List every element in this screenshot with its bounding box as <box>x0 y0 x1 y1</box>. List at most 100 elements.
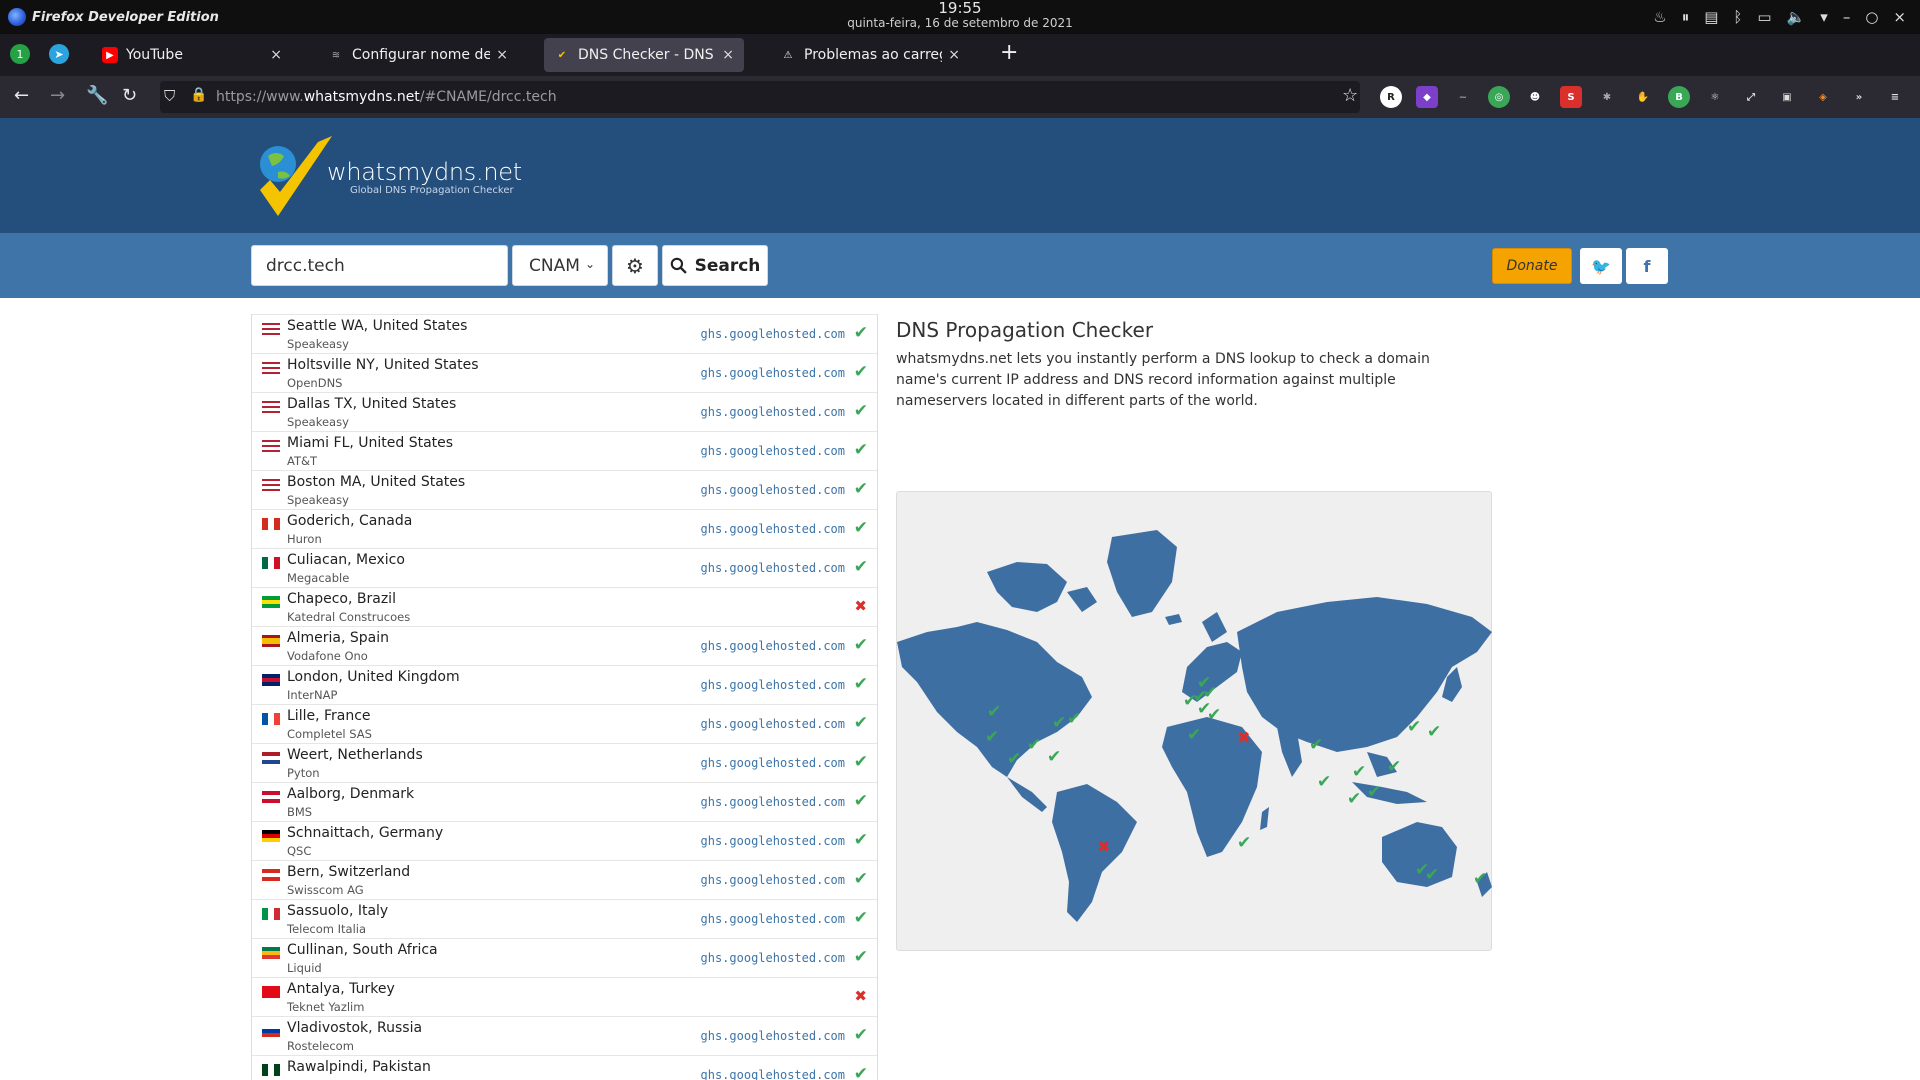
wrench-icon[interactable]: 🔧 <box>86 86 108 106</box>
close-icon[interactable]: × <box>1893 8 1906 26</box>
extension-puzzle-icon[interactable]: ✱ <box>1596 86 1618 108</box>
tab-configurar[interactable]: ≋ Configurar nome de domin × <box>318 38 518 72</box>
hamburger-menu-icon[interactable]: ≡ <box>1884 86 1906 108</box>
result-value[interactable]: ghs.googlehosted.com <box>701 912 846 926</box>
clock[interactable]: 19:55 quinta-feira, 16 de setembro de 20… <box>0 1 1920 31</box>
bookmark-star-icon[interactable]: ☆ <box>1342 86 1358 106</box>
result-row[interactable]: Seattle WA, United States Speakeasy ghs.go… <box>252 314 877 353</box>
domain-input[interactable] <box>251 245 508 286</box>
result-row[interactable]: Aalborg, Denmark BMS ghs.googlehosted.com ✔ <box>252 782 877 821</box>
tab-youtube[interactable]: ▶ YouTube × <box>92 38 292 72</box>
new-tab-button[interactable]: + <box>1000 42 1018 64</box>
result-value[interactable]: ghs.googlehosted.com <box>701 717 846 731</box>
result-row[interactable]: Schnaittach, Germany QSC ghs.googlehosted.… <box>252 821 877 860</box>
result-row[interactable]: Antalya, Turkey Teknet Yazlim ✖ <box>252 977 877 1016</box>
forward-arrow-icon[interactable]: → <box>50 86 65 106</box>
pinned-telegram-icon[interactable]: ➤ <box>49 44 69 64</box>
tab-close-icon[interactable]: × <box>496 47 508 63</box>
result-row[interactable]: Chapeco, Brazil Katedral Construcoes ✖ <box>252 587 877 626</box>
result-value[interactable]: ghs.googlehosted.com <box>701 834 846 848</box>
dropdown-icon[interactable]: ▾ <box>1820 8 1828 26</box>
settings-button[interactable]: ⚙ <box>612 245 658 286</box>
result-provider: Speakeasy <box>287 415 349 429</box>
result-row[interactable]: Boston MA, United States Speakeasy ghs.goo… <box>252 470 877 509</box>
reload-icon[interactable]: ↻ <box>122 86 137 106</box>
extension-s-icon[interactable]: S <box>1560 86 1582 108</box>
result-value[interactable]: ghs.googlehosted.com <box>701 756 846 770</box>
result-value[interactable]: ghs.googlehosted.com <box>701 1068 846 1080</box>
result-value[interactable]: ghs.googlehosted.com <box>701 678 846 692</box>
tab-dns-checker[interactable]: ✔ DNS Checker - DNS Propag × <box>544 38 744 72</box>
world-map-graphic: ✔ ✔ ✔ ✔ ✔ ✔ ✔ ✔ ✔ ✔ ✔ ✔ ✔ ✔ ✔ ✔ ✔ ✔ ✔ ✔ … <box>897 530 1492 922</box>
extension-glasses-icon[interactable]: ▣ <box>1776 86 1798 108</box>
result-value[interactable]: ghs.googlehosted.com <box>701 444 846 458</box>
extension-snail-icon[interactable]: ~ <box>1452 86 1474 108</box>
url-bar[interactable]: ⛉ 🔒 https://www.whatsmydns.net/#CNAME/dr… <box>160 81 1360 113</box>
pause-icon[interactable]: ⏸ <box>1682 8 1690 26</box>
overflow-chevrons-icon[interactable]: » <box>1848 86 1870 108</box>
result-provider: Megacable <box>287 571 350 585</box>
world-map[interactable]: ✔ ✔ ✔ ✔ ✔ ✔ ✔ ✔ ✔ ✔ ✔ ✔ ✔ ✔ ✔ ✔ ✔ ✔ ✔ ✔ … <box>896 491 1492 951</box>
search-button[interactable]: Search <box>662 245 768 286</box>
extension-hand-icon[interactable]: ✋ <box>1632 86 1654 108</box>
result-row[interactable]: London, United Kingdom InterNAP ghs.google… <box>252 665 877 704</box>
result-value[interactable]: ghs.googlehosted.com <box>701 561 846 575</box>
record-type-select[interactable]: CNAM ⌄ <box>512 245 608 286</box>
extension-fox-icon[interactable]: ◈ <box>1812 86 1834 108</box>
result-row[interactable]: Rawalpindi, Pakistan ghs.googlehosted.com… <box>252 1055 877 1080</box>
result-row[interactable]: Sassuolo, Italy Telecom Italia ghs.googleh… <box>252 899 877 938</box>
result-row[interactable]: Cullinan, South Africa Liquid ghs.googleho… <box>252 938 877 977</box>
result-row[interactable]: Vladivostok, Russia Rostelecom ghs.googleh… <box>252 1016 877 1055</box>
result-row[interactable]: Lille, France Completel SAS ghs.googlehost… <box>252 704 877 743</box>
result-value[interactable]: ghs.googlehosted.com <box>701 873 846 887</box>
tab-close-icon[interactable]: × <box>270 47 282 63</box>
result-value[interactable]: ghs.googlehosted.com <box>701 522 846 536</box>
result-row[interactable]: Holtsville NY, United States OpenDNS ghs.g… <box>252 353 877 392</box>
back-arrow-icon[interactable]: ← <box>14 86 29 106</box>
result-value[interactable]: ghs.googlehosted.com <box>701 639 846 653</box>
maximize-icon[interactable]: ○ <box>1865 8 1878 26</box>
extension-b-icon[interactable]: B <box>1668 86 1690 108</box>
result-value[interactable]: ghs.googlehosted.com <box>701 951 846 965</box>
extension-circle-icon[interactable]: ◎ <box>1488 86 1510 108</box>
result-value[interactable]: ghs.googlehosted.com <box>701 327 846 341</box>
twitter-button[interactable]: 🐦 <box>1580 248 1622 284</box>
result-provider: Speakeasy <box>287 493 349 507</box>
logo-text[interactable]: whatsmydns.net <box>327 158 522 186</box>
result-row[interactable]: Weert, Netherlands Pyton ghs.googlehosted.… <box>252 743 877 782</box>
volume-icon[interactable]: 🔈 <box>1787 8 1806 26</box>
result-location: Lille, France <box>287 708 371 724</box>
result-row[interactable]: Bern, Switzerland Swisscom AG ghs.googleho… <box>252 860 877 899</box>
result-value[interactable]: ghs.googlehosted.com <box>701 483 846 497</box>
display-icon[interactable]: ▭ <box>1757 8 1771 26</box>
flag-za-icon <box>262 947 280 959</box>
minimize-icon[interactable]: – <box>1843 8 1851 26</box>
pinned-whatsapp-icon[interactable]: 1 <box>10 44 30 64</box>
result-row[interactable]: Miami FL, United States AT&T ghs.googlehos… <box>252 431 877 470</box>
shield-icon[interactable]: ⛉ <box>164 87 175 105</box>
result-value[interactable]: ghs.googlehosted.com <box>701 405 846 419</box>
lock-icon[interactable]: 🔒 <box>190 87 207 103</box>
result-value[interactable]: ghs.googlehosted.com <box>701 795 846 809</box>
facebook-button[interactable]: f <box>1626 248 1668 284</box>
result-location: Boston MA, United States <box>287 474 466 490</box>
result-row[interactable]: Culiacan, Mexico Megacable ghs.googlehoste… <box>252 548 877 587</box>
donate-button[interactable]: Donate <box>1492 248 1572 284</box>
clipboard-icon[interactable]: ▤ <box>1704 8 1718 26</box>
extension-cube-icon[interactable]: ◆ <box>1416 86 1438 108</box>
extension-user-icon[interactable]: ☻ <box>1524 86 1546 108</box>
result-value[interactable]: ghs.googlehosted.com <box>701 1029 846 1043</box>
tab-problemas[interactable]: ⚠ Problemas ao carregar a p × <box>770 38 970 72</box>
extension-r-icon[interactable]: R <box>1380 86 1402 108</box>
result-value[interactable]: ghs.googlehosted.com <box>701 366 846 380</box>
bluetooth-icon[interactable]: ᛒ <box>1733 8 1742 26</box>
result-location: Culiacan, Mexico <box>287 552 405 568</box>
result-row[interactable]: Almeria, Spain Vodafone Ono ghs.googlehost… <box>252 626 877 665</box>
result-row[interactable]: Goderich, Canada Huron ghs.googlehosted.co… <box>252 509 877 548</box>
flame-icon[interactable]: ♨ <box>1653 8 1666 26</box>
result-row[interactable]: Dallas TX, United States Speakeasy ghs.goo… <box>252 392 877 431</box>
extension-arrows-icon[interactable]: ⤢ <box>1740 86 1762 108</box>
extension-atom-icon[interactable]: ⚛ <box>1704 86 1726 108</box>
tab-close-icon[interactable]: × <box>948 47 960 63</box>
tab-close-icon[interactable]: × <box>722 47 734 63</box>
